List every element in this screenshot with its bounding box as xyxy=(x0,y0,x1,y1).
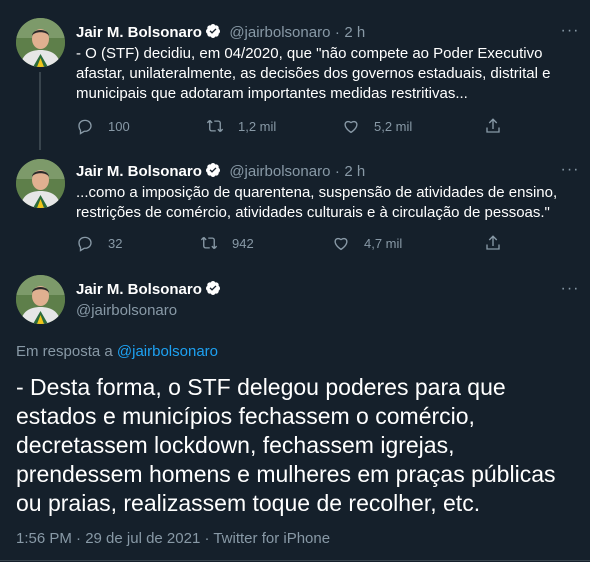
author-name[interactable]: Jair M. Bolsonaro xyxy=(76,24,202,41)
retweet-icon xyxy=(200,234,218,252)
avatar[interactable] xyxy=(16,275,65,324)
like-button[interactable]: 5,2 mil xyxy=(342,117,412,135)
thread-connector-line xyxy=(39,72,41,150)
share-icon xyxy=(484,117,502,135)
reply-count: 32 xyxy=(108,235,123,251)
reply-icon xyxy=(76,117,94,135)
tweet-text: ...como a imposição de quarentena, suspe… xyxy=(76,184,558,221)
verified-badge-icon xyxy=(205,23,221,39)
like-count: 4,7 mil xyxy=(364,235,403,251)
divider xyxy=(0,560,590,561)
tweet-actions: 32 942 4,7 mil xyxy=(76,234,506,254)
author-name[interactable]: Jair M. Bolsonaro xyxy=(76,163,202,180)
more-dots-icon[interactable]: ··· xyxy=(560,23,580,44)
tweet-meta[interactable]: 1:56 PM · 29 de jul de 2021 · Twitter fo… xyxy=(16,530,330,547)
tweet-header: Jair M. Bolsonaro @jairbolsonaro · 2 h xyxy=(76,23,365,42)
reply-button[interactable]: 100 xyxy=(76,117,130,135)
more-dots-icon[interactable]: ··· xyxy=(560,162,580,183)
reply-button[interactable]: 32 xyxy=(76,234,122,252)
tweet-actions: 100 1,2 mil 5,2 mil xyxy=(76,117,506,137)
share-button[interactable] xyxy=(484,117,516,135)
reply-prefix: Em resposta a xyxy=(16,343,113,360)
reply-to-link[interactable]: @jairbolsonaro xyxy=(117,343,218,360)
avatar[interactable] xyxy=(16,159,65,208)
share-icon xyxy=(484,234,502,252)
thread-tweet-2[interactable]: Jair M. Bolsonaro @jairbolsonaro · 2 h ·… xyxy=(0,148,590,260)
heart-icon xyxy=(342,117,360,135)
main-tweet: Jair M. Bolsonaro @jairbolsonaro ··· Em … xyxy=(0,260,590,562)
more-dots-icon[interactable]: ··· xyxy=(560,281,580,302)
verified-badge-icon xyxy=(205,162,221,178)
avatar[interactable] xyxy=(16,18,65,67)
tweet-text: - O (STF) decidiu, em 04/2020, que "não … xyxy=(76,45,551,102)
reply-count: 100 xyxy=(108,118,130,134)
tweet-time[interactable]: 2 h xyxy=(344,163,365,180)
author-handle[interactable]: @jairbolsonaro xyxy=(76,302,177,319)
author-name[interactable]: Jair M. Bolsonaro xyxy=(76,281,202,298)
reply-context: Em resposta a @jairbolsonaro xyxy=(16,343,218,360)
verified-badge-icon xyxy=(205,280,221,296)
retweet-count: 1,2 mil xyxy=(238,118,277,134)
retweet-button[interactable]: 1,2 mil xyxy=(206,117,276,135)
tweet-time[interactable]: 2 h xyxy=(344,24,365,41)
author-handle[interactable]: @jairbolsonaro xyxy=(229,163,330,180)
tweet-text: - Desta forma, o STF delegou poderes par… xyxy=(16,374,556,516)
heart-icon xyxy=(332,234,350,252)
thread-tweet-1[interactable]: Jair M. Bolsonaro @jairbolsonaro · 2 h ·… xyxy=(0,0,590,150)
like-button[interactable]: 4,7 mil xyxy=(332,234,402,252)
like-count: 5,2 mil xyxy=(374,118,413,134)
tweet-header: Jair M. Bolsonaro @jairbolsonaro · 2 h xyxy=(76,162,365,181)
retweet-button[interactable]: 942 xyxy=(200,234,254,252)
separator-dot: · xyxy=(334,24,340,41)
author-handle[interactable]: @jairbolsonaro xyxy=(229,24,330,41)
share-button[interactable] xyxy=(484,234,516,252)
retweet-icon xyxy=(206,117,224,135)
retweet-count: 942 xyxy=(232,235,254,251)
tweet-header: Jair M. Bolsonaro xyxy=(76,280,221,299)
separator-dot: · xyxy=(334,163,340,180)
reply-icon xyxy=(76,234,94,252)
